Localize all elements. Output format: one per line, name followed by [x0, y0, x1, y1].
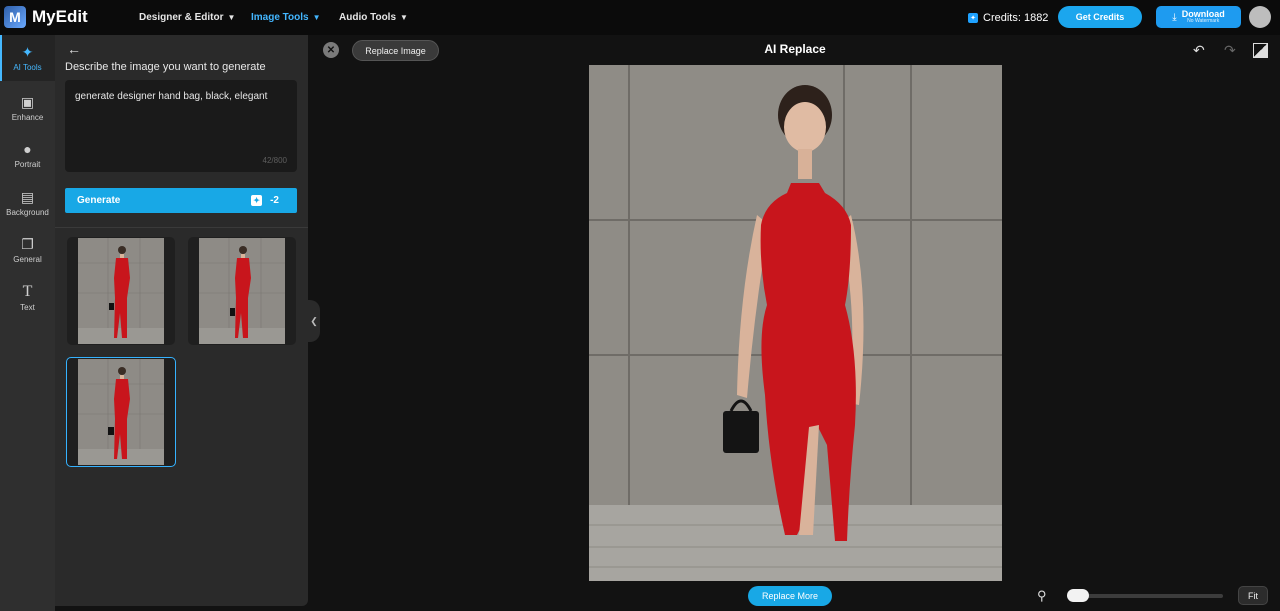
nav-label: Audio Tools: [339, 12, 397, 23]
generate-cost: ✦ -2: [251, 188, 279, 213]
result-thumbnail-1[interactable]: [67, 237, 175, 345]
rail-item-text[interactable]: T Text: [0, 275, 55, 321]
replace-image-button[interactable]: Replace Image: [352, 40, 439, 61]
cost-value: -2: [270, 195, 279, 206]
fit-button[interactable]: Fit: [1238, 586, 1268, 605]
zoom-slider-thumb[interactable]: [1067, 589, 1089, 602]
credit-icon: ✦: [968, 12, 978, 23]
result-thumbnail-2[interactable]: [188, 237, 296, 345]
top-bar: M MyEdit Designer & Editor ▼ Image Tools ▼…: [0, 0, 1280, 35]
app-name: MyEdit: [32, 7, 88, 26]
back-arrow-icon[interactable]: ←: [67, 41, 81, 57]
app-logo[interactable]: M MyEdit: [4, 6, 88, 28]
compare-icon[interactable]: [1253, 43, 1268, 58]
chevron-down-icon: ▼: [400, 13, 408, 22]
prompt-text: generate designer hand bag, black, elega…: [75, 91, 268, 102]
result-image: [78, 359, 164, 465]
left-rail: ✦ AI Tools ▣ Enhance ● Portrait ▤ Backgr…: [0, 35, 55, 611]
chevron-down-icon: ▼: [227, 13, 236, 22]
close-icon: ✕: [326, 44, 336, 56]
nav-image-tools[interactable]: Image Tools ▼: [251, 0, 321, 35]
credit-icon: ✦: [251, 195, 263, 206]
replace-more-button[interactable]: Replace More: [748, 586, 832, 606]
rail-item-background[interactable]: ▤ Background: [0, 180, 55, 226]
result-thumbnail-3[interactable]: [66, 357, 176, 467]
rail-item-ai-tools[interactable]: ✦ AI Tools: [0, 35, 55, 81]
nav-label: Designer & Editor: [139, 12, 224, 23]
credits-label: Credits: 1882: [983, 11, 1049, 24]
zoom-slider-track[interactable]: [1068, 594, 1223, 598]
text-icon: T: [22, 283, 33, 300]
redo-icon[interactable]: ↷: [1224, 42, 1236, 59]
rail-label: Portrait: [14, 160, 41, 169]
rail-item-enhance[interactable]: ▣ Enhance: [0, 85, 55, 131]
credits-display: ✦ Credits: 1882: [968, 0, 1048, 35]
myedit-logo-icon: M: [4, 6, 26, 28]
zoom-icon: ⚲: [1037, 588, 1047, 603]
chevron-left-icon: ❮: [310, 315, 318, 326]
character-count: 42/800: [262, 156, 287, 165]
background-icon: ▤: [20, 189, 35, 205]
layers-icon: ❐: [21, 236, 34, 252]
result-image: [199, 238, 285, 344]
rail-label: AI Tools: [13, 63, 42, 72]
generate-label: Generate: [77, 195, 121, 206]
download-sublabel: No Watermark: [1187, 18, 1220, 24]
nav-audio-tools[interactable]: Audio Tools ▼: [339, 0, 408, 35]
rail-item-general[interactable]: ❐ General: [0, 227, 55, 273]
prompt-input[interactable]: generate designer hand bag, black, elega…: [65, 80, 297, 172]
canvas-title: AI Replace: [764, 42, 826, 56]
rail-label: Enhance: [11, 113, 44, 122]
download-icon: ⤓: [1172, 11, 1177, 23]
generate-button[interactable]: Generate ✦ -2: [65, 188, 297, 213]
divider: [55, 227, 308, 228]
close-button[interactable]: ✕: [323, 42, 339, 58]
rail-label: General: [13, 255, 42, 264]
rail-label: Background: [6, 208, 49, 217]
download-button[interactable]: ⤓ Download No Watermark: [1156, 6, 1241, 28]
rail-label: Text: [20, 303, 35, 312]
main-image: [589, 65, 1002, 581]
edited-photo: [589, 65, 1002, 581]
nav-label: Image Tools: [251, 12, 309, 23]
result-image: [78, 238, 164, 344]
undo-icon[interactable]: ↶: [1193, 42, 1205, 59]
nav-designer-editor[interactable]: Designer & Editor ▼: [139, 0, 235, 35]
prompt-title: Describe the image you want to generate: [65, 61, 266, 73]
image-enhance-icon: ▣: [20, 94, 35, 110]
magic-wand-icon: ✦: [21, 44, 34, 60]
chevron-down-icon: ▼: [312, 13, 321, 22]
avatar[interactable]: [1249, 6, 1271, 28]
get-credits-button[interactable]: Get Credits: [1058, 6, 1142, 28]
tool-panel: ← Describe the image you want to generat…: [55, 35, 308, 606]
collapse-panel-tab[interactable]: ❮: [308, 300, 320, 342]
portrait-icon: ●: [23, 141, 32, 157]
rail-item-portrait[interactable]: ● Portrait: [0, 132, 55, 178]
